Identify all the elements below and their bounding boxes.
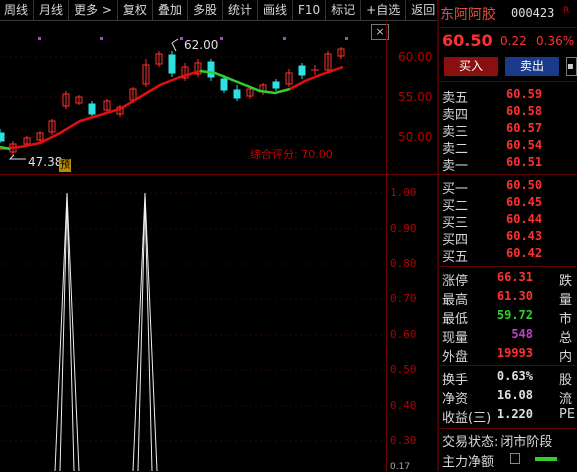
stat-turnover: 换手 0.63% 股 [442, 369, 573, 388]
stock-name: 东阿阿胶 [440, 7, 496, 23]
score-value: 70.00 [301, 148, 333, 161]
draw-line-button[interactable]: 画线 [258, 0, 293, 20]
bid-row-1[interactable]: 买一 60.50 [442, 178, 577, 197]
price-change-pct: 0.36% [536, 34, 575, 48]
main-flow: 主力净额 [442, 455, 495, 470]
indicator-tick-3: 0.80 [390, 257, 417, 270]
indicator-tick-4: 0.70 [390, 292, 417, 305]
separator [439, 428, 577, 429]
price-change: 0.22 [500, 34, 527, 48]
indicator-tick-2: 0.90 [390, 222, 417, 235]
ask-row-2[interactable]: 卖二 60.54 [442, 138, 577, 157]
ask-price: 60.58 [506, 104, 543, 118]
separator [439, 266, 577, 267]
stat-high: 最高 61.30 量 [442, 289, 573, 308]
multi-stock-button[interactable]: 多股 [188, 0, 223, 20]
bid-price: 60.42 [506, 246, 543, 260]
forecast-tag[interactable]: 预 [59, 159, 71, 172]
price-tick-50: 50.00 [398, 130, 433, 144]
ask-price: 60.54 [506, 138, 543, 152]
low-marker-arrow [8, 154, 26, 160]
stat-net-assets: 净资 16.08 流 [442, 388, 573, 407]
indicator-spikes [54, 192, 158, 471]
stat-current-volume: 现量 548 总 [442, 327, 573, 346]
score-label: 综合评分: 70.00 [250, 148, 333, 161]
separator [439, 365, 577, 366]
separator [439, 174, 577, 175]
bid-price: 60.44 [506, 212, 543, 226]
stat-value: 61.30 [496, 289, 533, 303]
indicator-chart[interactable] [0, 175, 386, 471]
flow-bar [535, 457, 557, 461]
f10-button[interactable]: F10 [293, 0, 327, 20]
stat-value: 59.72 [496, 308, 533, 322]
separator [439, 27, 577, 28]
bid-row-3[interactable]: 买三 60.44 [442, 212, 577, 231]
flow-icon[interactable] [510, 453, 520, 464]
bid-row-2[interactable]: 买二 60.45 [442, 195, 577, 214]
ask-price: 60.51 [506, 155, 543, 169]
adjust-button[interactable]: 复权 [118, 0, 153, 20]
ask-row-1[interactable]: 卖一 60.51 [442, 155, 577, 174]
indicator-tick-8: 0.30 [390, 434, 417, 447]
sell-button[interactable]: 卖出 [505, 57, 559, 76]
stat-value: 0.63% [496, 369, 533, 383]
current-price: 60.50 [442, 31, 493, 50]
price-tick-60: 60.00 [398, 50, 433, 64]
stat-value: 66.31 [496, 270, 533, 284]
indicator-tick-7: 0.40 [390, 399, 417, 412]
ask-row-5[interactable]: 卖五 60.59 [442, 87, 577, 106]
y-axis-line [386, 22, 387, 471]
more-actions-icon[interactable]: ▪ [566, 57, 577, 76]
overlay-button[interactable]: 叠加 [153, 0, 188, 20]
high-marker-label: 62.00 [184, 38, 219, 52]
tab-monthly[interactable]: 月线 [34, 0, 70, 20]
stock-code-suffix: R [563, 6, 570, 16]
back-button[interactable]: 返回 [406, 0, 442, 20]
stats-button[interactable]: 统计 [223, 0, 258, 20]
stat-value: 1.220 [496, 407, 533, 421]
bid-price: 60.43 [506, 229, 543, 243]
indicator-tick-6: 0.50 [390, 363, 417, 376]
indicator-spike [132, 192, 158, 471]
bid-row-5[interactable]: 买五 60.42 [442, 246, 577, 265]
separator [439, 81, 577, 82]
low-marker-label: 47.38 [28, 155, 63, 169]
mark-button[interactable]: 标记 [326, 0, 362, 20]
stat-limit-up: 涨停 66.31 跌 [442, 270, 573, 289]
stat-outer-volume: 外盘 19993 内 [442, 346, 573, 365]
high-marker-arrow [171, 38, 179, 52]
ask-row-4[interactable]: 卖四 60.58 [442, 104, 577, 123]
ask-label: 卖一 [442, 159, 469, 174]
ask-row-3[interactable]: 卖三 60.57 [442, 121, 577, 140]
indicator-tick-5: 0.60 [390, 328, 417, 341]
stat-value: 548 [511, 327, 533, 341]
toolbar: 周线 月线 更多 > 复权 叠加 多股 统计 画线 F10 标记 +自选 返回 [0, 0, 442, 21]
buy-button[interactable]: 买入 [444, 57, 498, 76]
add-watchlist-button[interactable]: +自选 [361, 0, 407, 20]
stat-value: 19993 [496, 346, 533, 360]
stat-value: 16.08 [496, 388, 533, 402]
indicator-tick-1: 1.00 [390, 186, 417, 199]
stock-code: 000423 [511, 6, 555, 20]
bid-label: 买五 [442, 250, 469, 265]
indicator-spike [54, 192, 80, 471]
trade-status: 交易状态: 闭市阶段 [442, 435, 553, 450]
ask-price: 60.57 [506, 121, 543, 135]
bid-price: 60.45 [506, 195, 543, 209]
price-tick-55: 55.00 [398, 90, 433, 104]
more-button[interactable]: 更多 > [69, 0, 118, 20]
candles [0, 47, 345, 155]
bid-price: 60.50 [506, 178, 543, 192]
ask-price: 60.59 [506, 87, 543, 101]
tab-weekly[interactable]: 周线 [0, 0, 35, 20]
stat-eps: 收益(三) 1.220 PE [442, 407, 576, 426]
bid-row-4[interactable]: 买四 60.43 [442, 229, 577, 248]
trade-status-value: 闭市阶段 [500, 435, 553, 450]
stat-low: 最低 59.72 市 [442, 308, 573, 327]
